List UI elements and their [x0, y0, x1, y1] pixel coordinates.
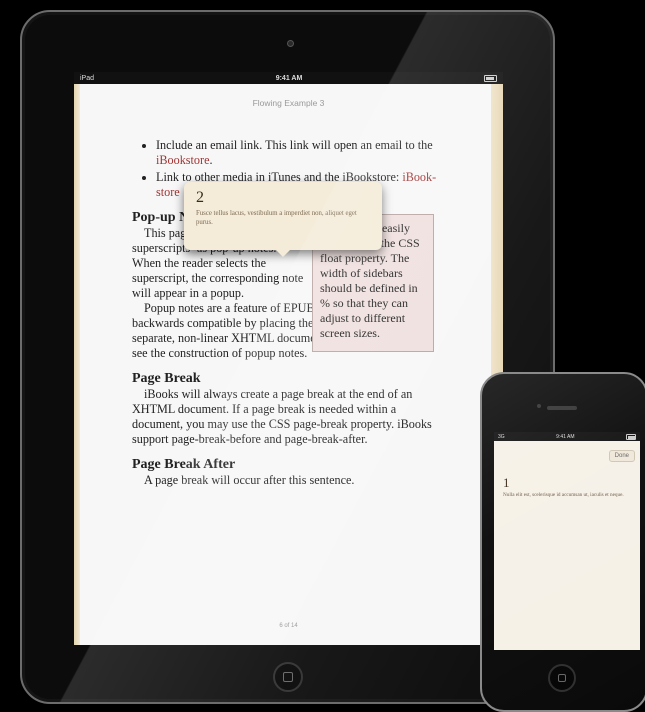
done-button[interactable]: Done [608, 450, 635, 462]
popup-note[interactable]: 2 Fusce tellus lacus, vestibulum a imper… [184, 182, 382, 257]
page-number: 6 of 14 [279, 623, 298, 629]
status-bar: iPad 9:41 AM [74, 72, 503, 84]
speaker [547, 406, 577, 410]
note-number: 1 [503, 475, 510, 490]
status-bar: 3G 9:41 AM [494, 432, 640, 441]
carrier-label: iPad [80, 74, 95, 82]
ibookstore-link[interactable]: iBookstore [156, 153, 210, 167]
iphone-screen: 3G 9:41 AM Done 1 Nulla elit est, sceler… [494, 432, 640, 650]
book-title[interactable]: Flowing Example 3 [74, 98, 503, 108]
home-square-icon [283, 672, 293, 682]
popup-note-number: 2 [196, 189, 204, 206]
paragraph: A page break will occur after this sente… [144, 473, 355, 487]
heading-page-break-after: Page Break After [132, 457, 236, 472]
heading-page-break: Page Break [132, 371, 201, 386]
battery-icon [626, 433, 636, 440]
camera [287, 40, 294, 47]
note-text: Nulla elit est, scelerisque id accumsan … [503, 492, 624, 498]
battery-icon [483, 74, 497, 82]
carrier-label: 3G [498, 433, 505, 440]
status-time: 9:41 AM [556, 433, 575, 440]
page-edge-left [74, 84, 80, 645]
bullet-text: Include an email link. This link will op… [156, 138, 433, 152]
home-button[interactable] [548, 664, 576, 692]
list-item: Include an email link. This link will op… [156, 138, 447, 168]
status-time: 9:41 AM [275, 74, 303, 82]
home-square-icon [558, 674, 566, 682]
bullet-tail: . [209, 153, 213, 167]
ipad-screen: iPad 9:41 AM Flowing Example 3 Include a… [74, 72, 503, 645]
camera [537, 404, 541, 408]
iphone-device: 3G 9:41 AM Done 1 Nulla elit est, sceler… [480, 372, 645, 712]
home-button[interactable] [273, 662, 303, 692]
ipad-device: iPad 9:41 AM Flowing Example 3 Include a… [20, 10, 555, 704]
paragraph: iBooks will always create a page break a… [132, 387, 432, 446]
popup-note-text: Fusce tellus lacus, vestibulum a imperdi… [196, 210, 357, 226]
